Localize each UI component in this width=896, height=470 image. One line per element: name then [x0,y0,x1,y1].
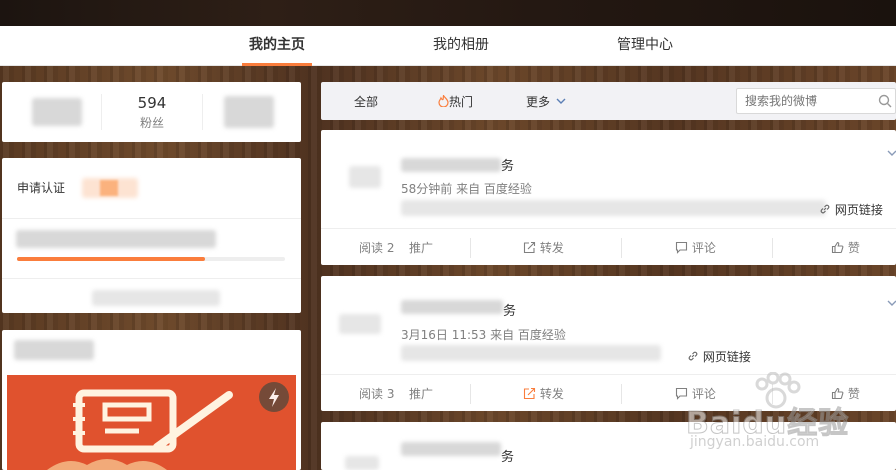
follow-count-blurred [32,98,82,126]
filter-all[interactable]: 全部 [354,93,378,110]
level-text-blurred [16,230,216,248]
fans-label: 粉丝 [139,116,164,130]
link-icon [687,350,699,364]
divider [2,278,301,279]
post-content-blurred [401,345,661,361]
footer-text-blurred [92,290,220,306]
web-link-label: 网页链接 [702,350,751,364]
filter-more-label: 更多 [526,95,551,109]
fans-count: 594 [137,94,167,112]
chevron-down-icon[interactable] [887,146,896,160]
tab-my-album[interactable]: 我的相册 [426,26,496,66]
repost-icon [523,387,536,401]
comment-label: 评论 [691,387,716,401]
post-title-tail: 务 [503,304,517,319]
tab-my-home[interactable]: 我的主页 [242,26,312,66]
divider [621,384,622,404]
like-button[interactable]: 赞 [831,229,860,267]
feed-filter-bar: 全部 热门 更多 [321,82,896,120]
comment-icon [675,241,688,255]
like-label: 赞 [847,387,860,401]
filter-hot-label: 热门 [449,95,474,109]
divider [772,384,773,404]
repost-label: 转发 [539,387,564,401]
promote-button[interactable]: 推广 [409,229,433,267]
post-action-bar: 阅读 3 推广 转发 评论 赞 [321,374,896,411]
comment-label: 评论 [691,241,716,255]
verify-badge-icon [100,180,118,196]
comment-button[interactable]: 评论 [675,229,716,267]
verify-card: 申请认证 [2,158,301,313]
chevron-down-icon [554,95,566,109]
divider [470,238,471,258]
read-count: 阅读 2 [359,241,395,255]
divider [2,218,301,219]
profile-nav: 我的主页 我的相册 管理中心 [0,26,896,66]
tab-management-center[interactable]: 管理中心 [610,26,680,66]
search-input[interactable] [745,92,870,110]
repost-button[interactable]: 转发 [523,229,564,267]
profile-stats-card: 594 粉丝 [2,82,301,142]
weibo-count-blurred [224,96,274,128]
divider [621,238,622,258]
app-banner-image[interactable] [7,375,296,470]
chevron-down-icon[interactable] [887,296,896,310]
web-link[interactable]: 网页链接 [819,201,883,218]
fans-stat[interactable]: 594 粉丝 [102,94,202,131]
post-action-bar: 阅读 2 推广 转发 评论 赞 [321,228,896,265]
flame-icon [438,93,449,109]
filter-more[interactable]: 更多 [526,93,566,110]
repost-icon [523,241,536,255]
promote-button[interactable]: 推广 [409,375,433,413]
post-card: 务 3月16日 11:53 来自 百度经验 网页链接 阅读 3 推广 转发 评论… [321,276,896,411]
divider [772,238,773,258]
search-box [736,88,896,114]
level-progress-track [17,257,285,261]
top-banner [0,0,896,26]
repost-button[interactable]: 转发 [523,375,564,413]
level-progress-fill [17,257,205,261]
filter-hot[interactable]: 热门 [438,93,473,110]
flash-icon[interactable] [259,382,289,412]
like-button[interactable]: 赞 [831,375,860,413]
like-label: 赞 [847,241,860,255]
comment-icon [675,387,688,401]
post-card: 务 58分钟前 来自 百度经验 网页链接 阅读 2 推广 转发 评论 赞 [321,130,896,265]
search-icon[interactable] [878,94,892,111]
post-title-tail: 务 [501,450,515,465]
avatar[interactable] [345,456,379,470]
repost-label: 转发 [539,241,564,255]
avatar[interactable] [339,314,381,334]
web-link-label: 网页链接 [834,203,883,217]
post-author-blurred[interactable] [401,442,501,456]
notebook-pen-illustration [47,389,233,470]
web-link[interactable]: 网页链接 [687,348,751,365]
link-icon [819,203,831,217]
read-count: 阅读 3 [359,387,395,401]
app-card [2,330,301,470]
post-title-tail: 务 [501,159,515,174]
post-meta[interactable]: 58分钟前 来自 百度经验 [401,180,532,197]
post-author-blurred[interactable] [401,158,501,172]
post-author-blurred[interactable] [401,300,503,314]
app-title-blurred [14,340,94,360]
avatar[interactable] [349,166,381,188]
comment-button[interactable]: 评论 [675,375,716,413]
post-card: 务 [321,422,896,470]
thumbs-up-icon [831,241,844,255]
post-content-blurred [401,200,826,216]
apply-verify-label[interactable]: 申请认证 [17,179,65,196]
thumbs-up-icon [831,387,844,401]
divider [202,94,203,130]
divider [470,384,471,404]
post-meta[interactable]: 3月16日 11:53 来自 百度经验 [401,326,566,343]
